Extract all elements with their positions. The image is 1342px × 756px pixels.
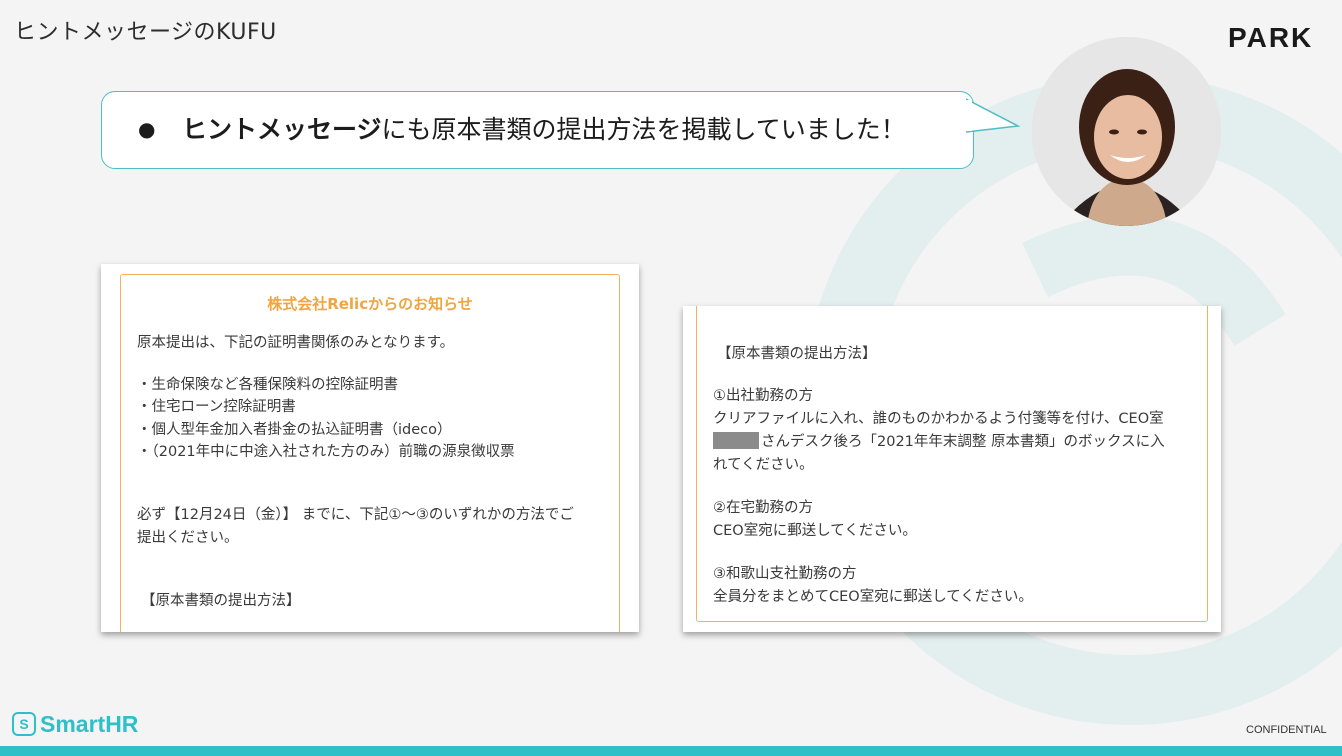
notice-frame-left: 株式会社Relicからのお知らせ 原本提出は、下記の証明書関係のみとなります。 … [120,274,620,632]
notice-line: 原本提出は、下記の証明書関係のみとなります。 [137,335,455,351]
park-logo: PARK [1228,22,1314,53]
notice-card-left: 株式会社Relicからのお知らせ 原本提出は、下記の証明書関係のみとなります。 … [101,264,639,632]
notice-header: 株式会社Relicからのお知らせ [267,295,473,313]
notice-line: ・住宅ローン控除証明書 [137,399,296,415]
notice-line: CEO室宛に郵送してください。 [713,523,917,539]
bullet-icon: ● [138,117,156,141]
notice-line-text: さんデスク後ろ「2021年年末調整 原本書類」のボックスに入 [761,434,1165,450]
notice-line: ・個人型年金加入者掛金の払込証明書（ideco） [137,422,452,438]
speech-text: ● ヒントメッセージにも原本書類の提出方法を掲載していました！ [138,110,906,146]
person-photo-icon [1032,37,1221,226]
notice-line: 全員分をまとめてCEO室宛に郵送してください。 [713,589,1033,605]
smarthr-logo: S SmartHR [12,710,138,738]
notice-frame-right: 【原本書類の提出方法】 ①出社勤務の方 クリアファイルに入れ、誰のものかわかるよ… [696,306,1208,622]
smarthr-wordmark: SmartHR [40,710,139,737]
notice-line: クリアファイルに入れ、誰のものかわかるよう付箋等を付け、CEO室 [713,411,1164,427]
confidential-label: CONFIDENTIAL [1246,724,1327,736]
notice-card-right: 【原本書類の提出方法】 ①出社勤務の方 クリアファイルに入れ、誰のものかわかるよ… [683,306,1221,632]
smarthr-mark-icon: S [12,712,36,736]
notice-line: ①出社勤務の方 [713,388,813,404]
notice-line: 【原本書類の提出方法】 [141,593,301,609]
notice-line: 必ず【12月24日（金）】 までに、下記①〜③のいずれかの方法でご [137,507,574,523]
speaker-avatar [1032,37,1221,226]
slide-title: ヒントメッセージのKUFU [14,20,277,45]
notice-line-redacted: さんデスク後ろ「2021年年末調整 原本書類」のボックスに入 [713,430,1165,451]
redacted-name [713,432,759,449]
notice-line: ・生命保険など各種保険料の控除証明書 [137,377,398,393]
notice-line: ③和歌山支社勤務の方 [713,566,857,582]
notice-line: 【原本書類の提出方法】 [717,346,877,362]
speech-bold-text: ヒントメッセージ [182,115,382,144]
notice-line: れてください。 [713,457,814,473]
speech-rest-text: にも原本書類の提出方法を掲載していました！ [381,115,906,144]
bottom-accent-bar [0,746,1342,756]
notice-line: 提出ください。 [137,530,239,546]
notice-line: ・（2021年中に中途入社された方のみ）前職の源泉徴収票 [137,444,515,460]
speech-bubble-tail [966,98,1021,133]
notice-line: ②在宅勤務の方 [713,500,813,516]
speech-bubble: ● ヒントメッセージにも原本書類の提出方法を掲載していました！ [101,91,974,169]
